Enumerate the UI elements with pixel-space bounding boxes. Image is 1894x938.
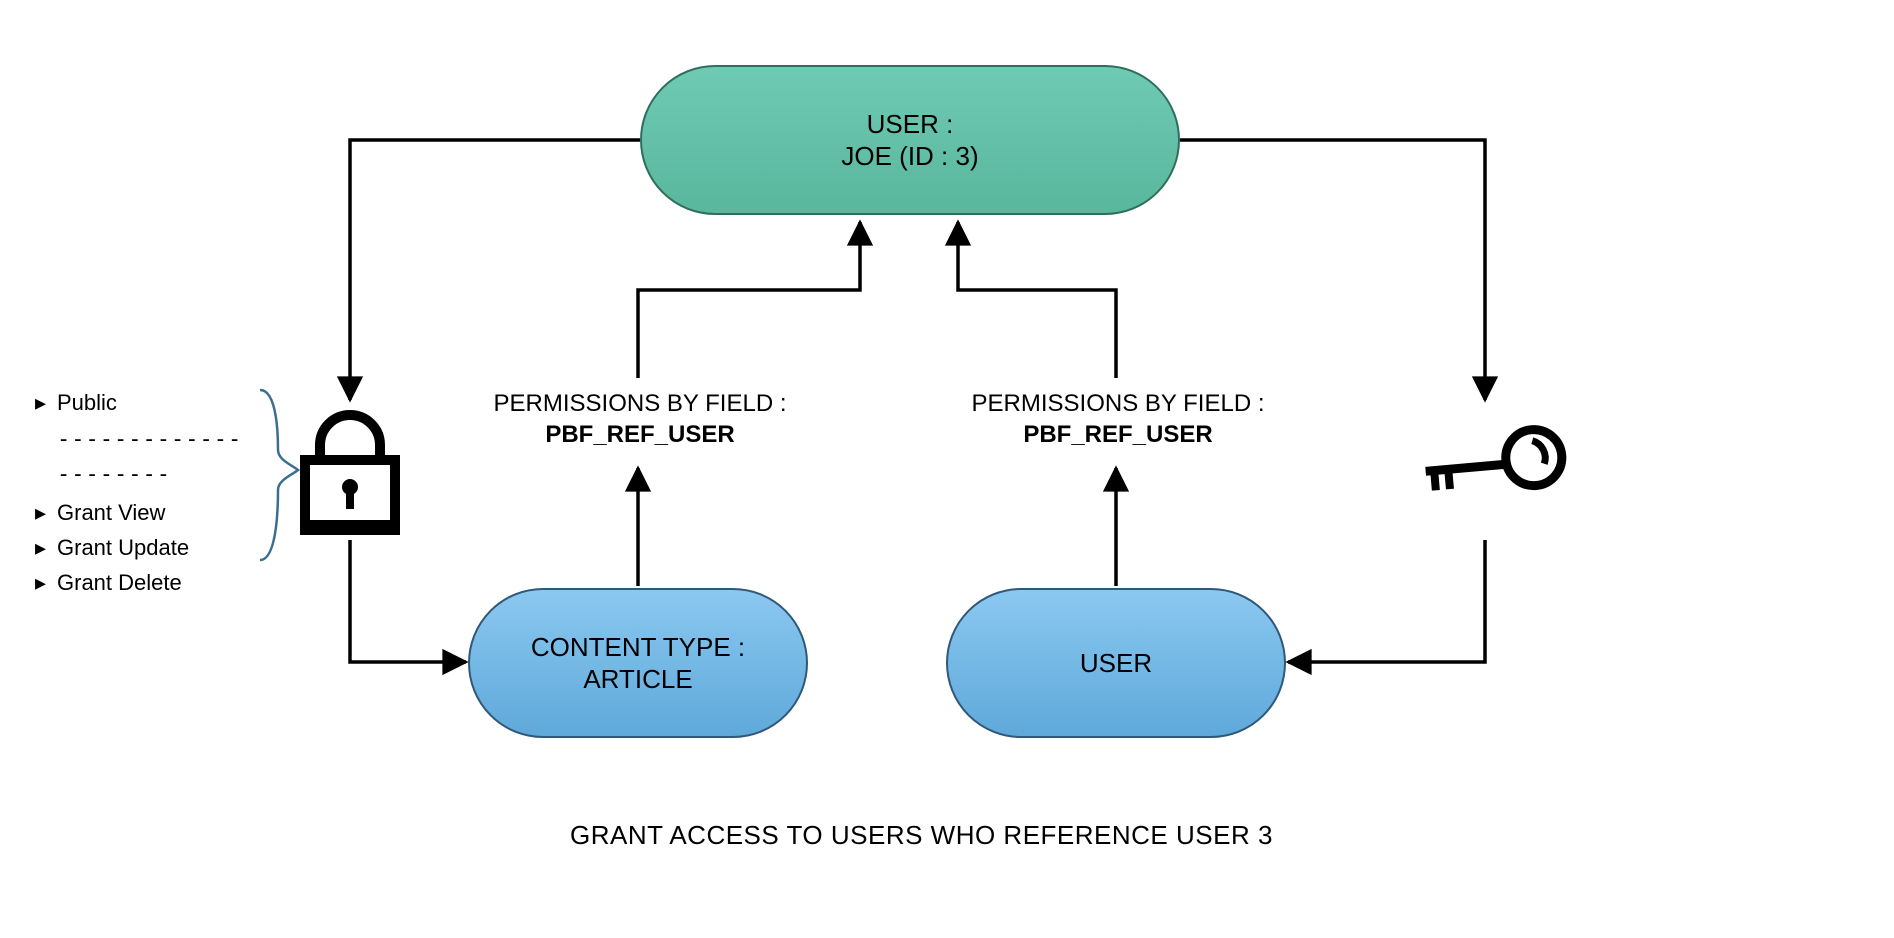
lock-icon: [305, 415, 395, 532]
arrow-lock-to-content-type: [350, 540, 466, 662]
edge-label-permissions-right: PERMISSIONS BY FIELD : PBF_REF_USER: [938, 388, 1298, 450]
diagram-caption: GRANT ACCESS TO USERS WHO REFERENCE USER…: [570, 820, 1273, 851]
perm-left-line2: PBF_REF_USER: [460, 419, 820, 450]
node-user-entity-label: USER: [1080, 647, 1152, 680]
node-user-joe: USER : JOE (ID : 3): [640, 65, 1180, 215]
perm-left-line1: PERMISSIONS BY FIELD :: [460, 388, 820, 419]
legend-brace: [260, 390, 298, 560]
arrow-key-to-user-entity: [1288, 540, 1485, 662]
node-content-type-line2: ARTICLE: [583, 663, 692, 696]
perm-right-line1: PERMISSIONS BY FIELD :: [938, 388, 1298, 419]
key-icon: [1421, 389, 1574, 543]
perm-right-line2: PBF_REF_USER: [938, 419, 1298, 450]
arrow-user-to-lock: [350, 140, 640, 400]
node-user-entity: USER: [946, 588, 1286, 738]
legend-separator: ---------------------: [57, 422, 255, 492]
edge-label-permissions-left: PERMISSIONS BY FIELD : PBF_REF_USER: [460, 388, 820, 450]
arrow-perm-right-to-user: [958, 222, 1116, 378]
diagram-canvas: USER : JOE (ID : 3) CONTENT TYPE : ARTIC…: [0, 0, 1894, 938]
legend-item-grant-view: Grant View: [35, 495, 255, 530]
node-user-joe-line1: USER :: [867, 108, 954, 141]
legend-item-public: Public: [35, 385, 255, 420]
node-content-type-line1: CONTENT TYPE :: [531, 631, 745, 664]
legend-item-grant-delete: Grant Delete: [35, 565, 255, 600]
legend-permissions: Public --------------------- Grant View …: [35, 385, 255, 600]
arrow-perm-left-to-user: [638, 222, 860, 378]
node-user-joe-line2: JOE (ID : 3): [841, 140, 978, 173]
node-content-type-article: CONTENT TYPE : ARTICLE: [468, 588, 808, 738]
arrow-user-to-key: [1180, 140, 1485, 400]
legend-item-grant-update: Grant Update: [35, 530, 255, 565]
